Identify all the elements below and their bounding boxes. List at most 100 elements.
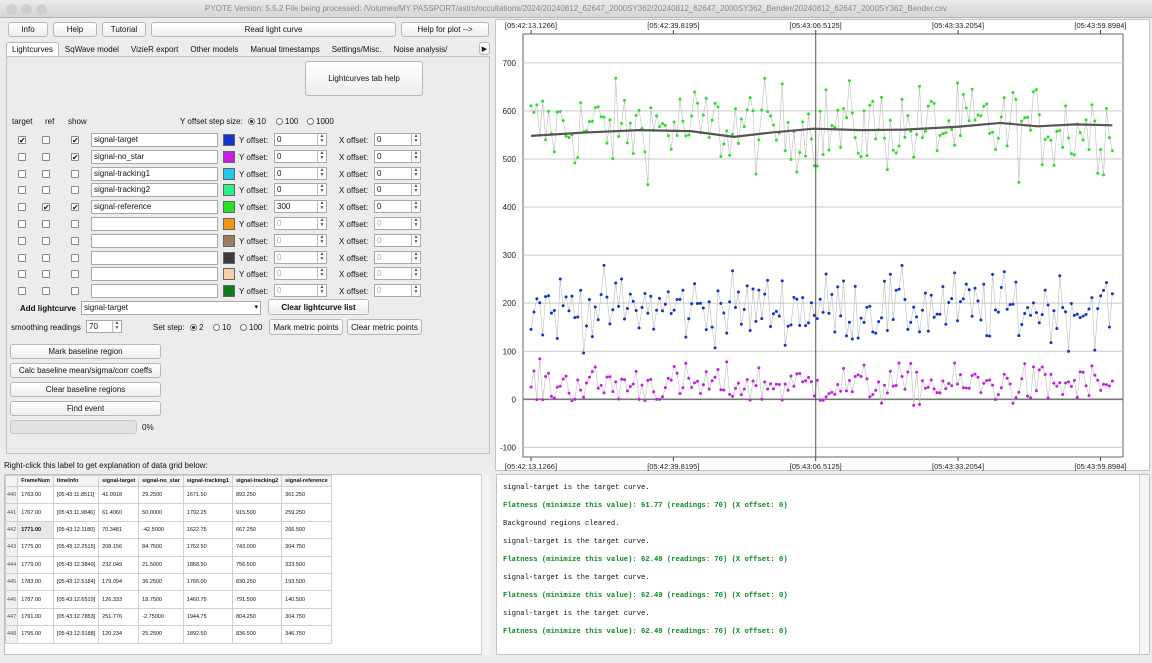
- grid-column-header[interactable]: signal-tracking2: [231, 475, 283, 487]
- grid-cell[interactable]: 346.750: [281, 625, 332, 644]
- grid-cell[interactable]: 1775.00: [17, 538, 54, 557]
- grid-cell[interactable]: 836.500: [231, 625, 283, 644]
- grid-cell[interactable]: 1763.00: [17, 485, 54, 505]
- color-swatch[interactable]: [223, 134, 235, 146]
- grid-cell[interactable]: 1892.50: [182, 625, 233, 644]
- row-number[interactable]: 448: [5, 625, 19, 644]
- grid-cell[interactable]: [05:43:12.5184]: [52, 572, 100, 592]
- show-checkbox[interactable]: [71, 270, 79, 279]
- color-swatch[interactable]: [223, 218, 235, 230]
- spin-arrows-icon[interactable]: ▲ ▼: [317, 218, 326, 229]
- y-offset-spinbox[interactable]: 0 ▲ ▼: [274, 149, 327, 163]
- mark-baseline-region-button[interactable]: Mark baseline region: [10, 344, 161, 359]
- grid-cell[interactable]: 25.2500: [138, 625, 184, 644]
- lightcurves-tab-help-button[interactable]: Lightcurves tab help: [305, 61, 423, 96]
- lightcurve-name-field[interactable]: signal-reference: [91, 200, 218, 215]
- y-offset-spinbox[interactable]: 0 ▲ ▼: [274, 233, 327, 247]
- spin-arrows-icon[interactable]: ▲ ▼: [317, 234, 326, 246]
- tab-other-models[interactable]: Other models: [184, 42, 244, 56]
- tab-manual-timestamps[interactable]: Manual timestamps: [244, 42, 325, 56]
- color-swatch[interactable]: [223, 184, 235, 197]
- spin-arrows-icon[interactable]: ▲ ▼: [411, 251, 420, 263]
- table-row[interactable]: 446 1787.00 [05:43:12.6519] 126.333 18.7500 1…: [5, 590, 332, 609]
- log-scrollbar[interactable]: [1139, 475, 1149, 654]
- grid-cell[interactable]: [05:43:11.8511]: [52, 485, 100, 505]
- color-swatch[interactable]: [223, 285, 235, 298]
- smoothing-readings-spinbox[interactable]: 70 ▲ ▼: [86, 320, 122, 333]
- tab-scroll-right-icon[interactable]: ▶: [479, 42, 490, 55]
- grid-cell[interactable]: 193.500: [281, 572, 332, 592]
- y-offset-spinbox[interactable]: 0 ▲ ▼: [274, 183, 327, 197]
- color-swatch[interactable]: [223, 234, 235, 247]
- x-offset-spinbox[interactable]: 0 ▲ ▼: [374, 217, 421, 230]
- target-checkbox[interactable]: ✔: [18, 136, 26, 145]
- y-offset-spinbox[interactable]: 0 ▲ ▼: [274, 133, 327, 146]
- lightcurve-plot[interactable]: -100 0 100 200 300 400 500 600 700 [05:42:13.1266…: [496, 20, 1151, 472]
- grid-cell[interactable]: 791.500: [231, 590, 283, 609]
- x-offset-spinbox[interactable]: 0 ▲ ▼: [374, 183, 421, 197]
- color-swatch[interactable]: [223, 167, 235, 180]
- grid-column-header[interactable]: timeInfo: [52, 475, 100, 487]
- grid-cell[interactable]: [05:43:12.2515]: [52, 538, 100, 557]
- grid-cell[interactable]: 915.500: [231, 503, 283, 522]
- calc-baseline-button[interactable]: Calc baseline mean/sigma/corr coeffs: [10, 363, 161, 378]
- spin-arrows-icon[interactable]: ▲ ▼: [411, 184, 420, 196]
- grid-cell[interactable]: 892.250: [231, 485, 283, 505]
- row-number[interactable]: 447: [5, 607, 19, 627]
- y-offset-spinbox[interactable]: 0 ▲ ▼: [274, 284, 327, 298]
- x-offset-spinbox[interactable]: 0 ▲ ▼: [374, 267, 421, 281]
- lightcurve-name-field[interactable]: [91, 284, 218, 299]
- grid-column-header[interactable]: signal-tracking1: [182, 475, 233, 487]
- info-button[interactable]: Info: [8, 22, 48, 37]
- spin-arrows-icon[interactable]: ▲ ▼: [317, 184, 326, 196]
- y-offset-spinbox[interactable]: 0 ▲ ▼: [274, 267, 327, 281]
- spin-arrows-icon[interactable]: ▲ ▼: [411, 167, 420, 179]
- grid-cell[interactable]: -2.75000: [138, 607, 184, 627]
- grid-cell[interactable]: [05:43:12.6519]: [52, 590, 100, 609]
- ref-checkbox[interactable]: [42, 236, 50, 245]
- grid-cell[interactable]: 140.500: [281, 590, 332, 609]
- lightcurve-name-field[interactable]: signal-no_star: [91, 149, 218, 164]
- grid-cell[interactable]: 126.333: [98, 590, 140, 609]
- spin-arrows-icon[interactable]: ▲ ▼: [317, 268, 326, 280]
- grid-cell[interactable]: 70.3481: [98, 520, 140, 540]
- tab-sqwave-model[interactable]: SqWave model: [59, 42, 125, 56]
- grid-cell[interactable]: 208.156: [98, 538, 140, 557]
- zoom-window-icon[interactable]: [36, 4, 47, 15]
- grid-cell[interactable]: 18.7500: [138, 590, 184, 609]
- grid-cell[interactable]: 1671.50: [182, 485, 233, 505]
- grid-cell[interactable]: 179.094: [98, 572, 140, 592]
- grid-cell[interactable]: [05:43:12.1180]: [52, 520, 100, 540]
- y-offset-spinbox[interactable]: 0 ▲ ▼: [274, 217, 327, 230]
- grid-cell[interactable]: 1792.25: [182, 503, 233, 522]
- y-step-1000-radio[interactable]: 1000: [307, 117, 334, 126]
- grid-cell[interactable]: 667.250: [231, 520, 283, 540]
- y-offset-spinbox[interactable]: 0 ▲ ▼: [274, 250, 327, 264]
- x-offset-spinbox[interactable]: 0 ▲ ▼: [374, 233, 421, 247]
- y-step-100-radio[interactable]: 100: [276, 117, 298, 126]
- lightcurve-name-field[interactable]: [91, 267, 218, 282]
- ref-checkbox[interactable]: [42, 136, 50, 144]
- close-window-icon[interactable]: [6, 4, 17, 15]
- color-swatch[interactable]: [223, 268, 235, 281]
- show-checkbox[interactable]: [71, 236, 79, 245]
- ref-checkbox[interactable]: [42, 270, 50, 279]
- y-offset-spinbox[interactable]: 300 ▲ ▼: [274, 200, 327, 214]
- color-swatch[interactable]: [223, 201, 235, 214]
- spin-arrows-icon[interactable]: ▲ ▼: [411, 201, 420, 213]
- grid-column-header[interactable]: signal-no_star: [138, 475, 184, 487]
- show-checkbox[interactable]: ✔: [71, 152, 79, 161]
- grid-column-header[interactable]: signal-reference: [281, 475, 332, 487]
- lightcurve-name-field[interactable]: signal-tracking2: [91, 183, 218, 198]
- grid-cell[interactable]: 1766.00: [182, 572, 233, 592]
- grid-cell[interactable]: 333.500: [281, 555, 332, 574]
- help-button[interactable]: Help: [53, 22, 97, 37]
- set-step-100-radio[interactable]: 100: [240, 323, 262, 332]
- ref-checkbox[interactable]: [42, 152, 50, 161]
- spin-arrows-icon[interactable]: ▲ ▼: [411, 218, 420, 229]
- clear-metric-points-button[interactable]: Clear metric points: [347, 319, 422, 335]
- grid-cell[interactable]: 1771.00: [17, 520, 54, 540]
- ref-checkbox[interactable]: ✔: [42, 203, 50, 212]
- grid-cell[interactable]: 361.250: [281, 485, 332, 505]
- target-checkbox[interactable]: [18, 220, 26, 228]
